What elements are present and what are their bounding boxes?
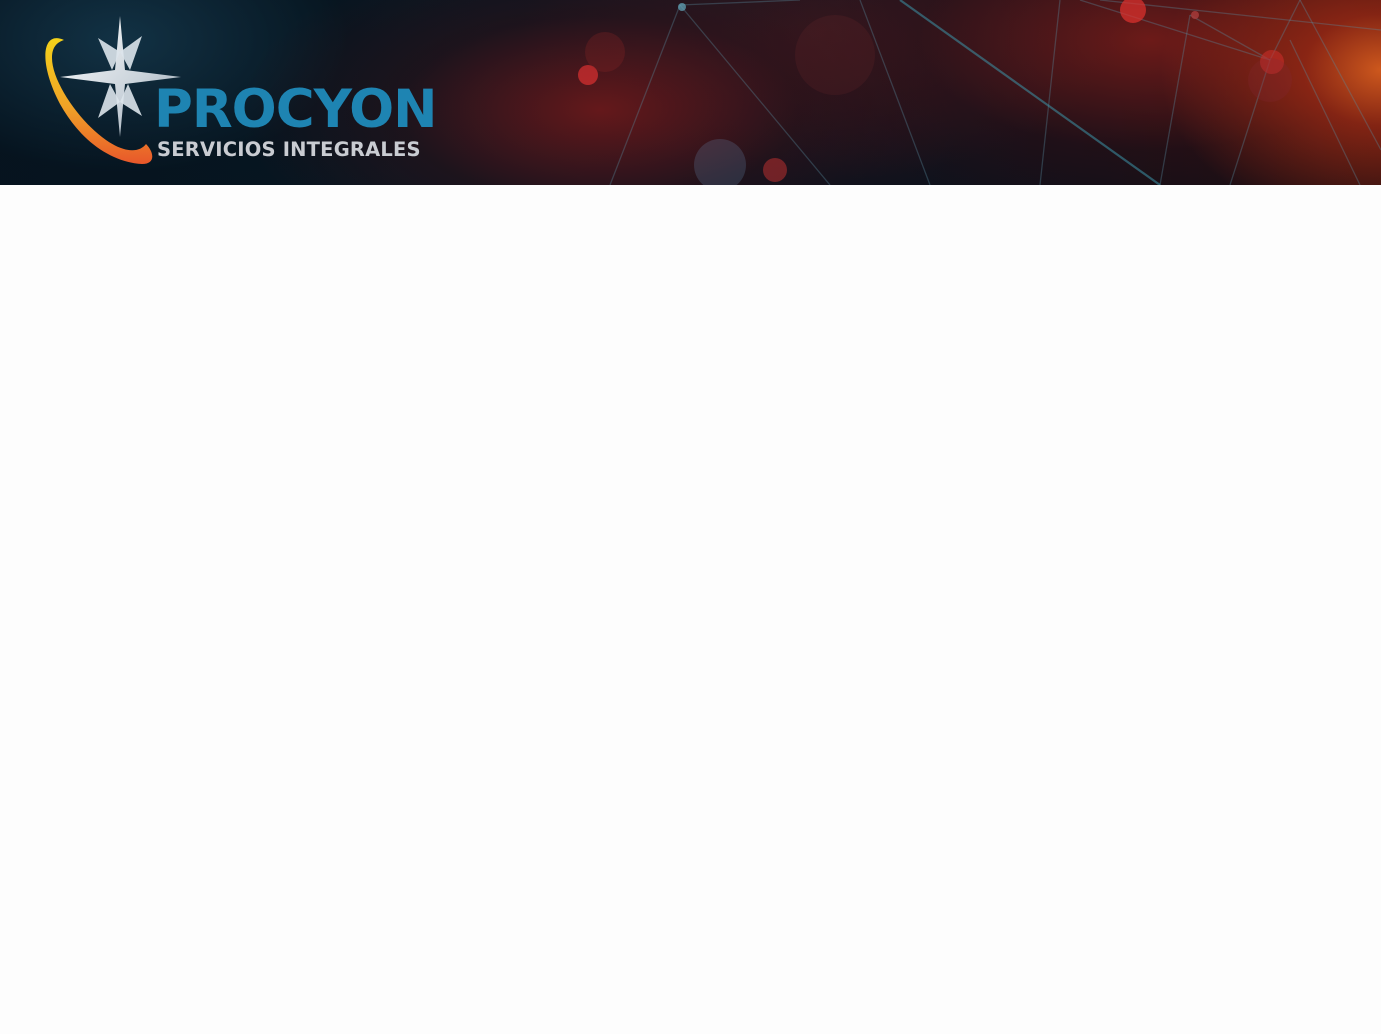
brand-name: PROCYON [154,79,438,140]
main-content-area [0,185,1381,1034]
procyon-logo[interactable]: PROCYON SERVICIOS INTEGRALES [38,12,438,172]
page: PROCYON SERVICIOS INTEGRALES [0,0,1381,1034]
header-banner: PROCYON SERVICIOS INTEGRALES [0,0,1381,185]
brand-tagline: SERVICIOS INTEGRALES [157,138,421,161]
